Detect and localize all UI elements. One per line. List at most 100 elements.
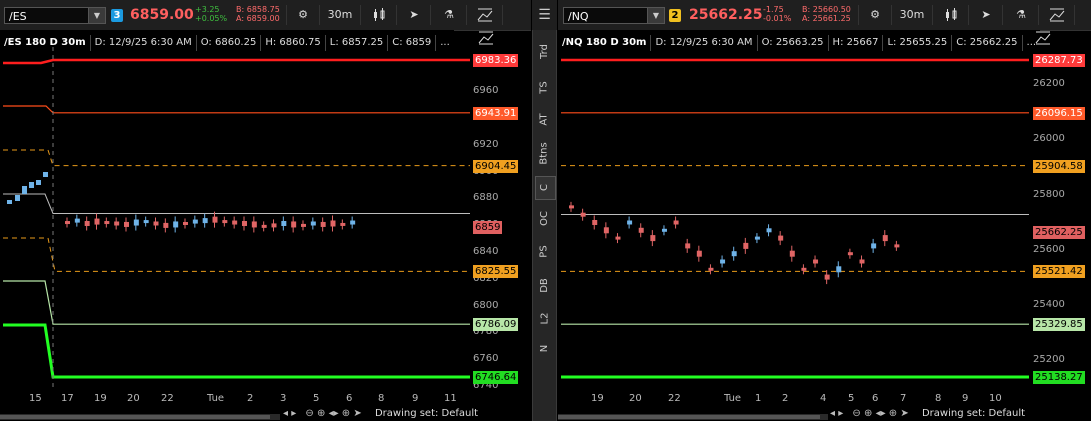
sidebar-item-ps[interactable]: PS <box>533 245 556 258</box>
sidebar-item-label: PS <box>538 245 550 258</box>
y-tick-label: 25200 <box>1033 353 1065 365</box>
price-level-label: 6943.91 <box>473 106 519 120</box>
chevron-down-icon[interactable]: ▼ <box>88 8 105 23</box>
y-tick-label: 26200 <box>1033 78 1065 90</box>
cursor-icon[interactable]: ➤ <box>900 408 908 419</box>
net-change-pct: +0.05% <box>195 14 228 23</box>
sidebar-item-label: Trd <box>538 44 550 59</box>
candle <box>183 221 188 225</box>
resistance-line-orange <box>3 105 470 114</box>
x-tick-label: 19 <box>94 393 107 404</box>
x-tick-label: Tue <box>207 393 225 404</box>
pan-icon[interactable]: ◂▸ <box>329 408 339 419</box>
x-tick-label: Tue <box>724 393 742 404</box>
settings-button[interactable]: ⚙ <box>286 5 320 25</box>
link-badge[interactable]: 2 <box>669 9 681 22</box>
bid-value: B: 6858.75 <box>236 5 280 14</box>
scroll-left-icon[interactable]: ◂ ▸ <box>283 408 296 419</box>
candle <box>615 236 621 240</box>
x-tick-label: 7 <box>900 393 907 404</box>
timeframe-button[interactable]: 30m <box>320 5 361 25</box>
drawing-set-label[interactable]: Drawing set: Default <box>375 408 478 419</box>
candle <box>281 220 287 226</box>
candle <box>847 252 853 256</box>
sidebar-item-trd[interactable]: Trd <box>533 44 556 59</box>
candle <box>696 250 702 257</box>
crosshair-icon[interactable]: ⊕ <box>889 408 897 419</box>
mean-line <box>3 193 470 214</box>
candle <box>153 221 159 226</box>
x-tick-label: 1 <box>755 393 762 404</box>
studies-button[interactable]: ⚗ <box>432 5 467 25</box>
candle <box>708 267 714 271</box>
style-button[interactable] <box>362 5 397 25</box>
cursor-button[interactable]: ➤ <box>970 5 1003 25</box>
expand-icon[interactable] <box>478 31 494 45</box>
price-plot[interactable] <box>3 47 470 391</box>
price-level-label: 6859 <box>473 220 503 234</box>
style-button[interactable] <box>934 5 969 25</box>
zoom-in-icon[interactable]: ⊕ <box>864 408 872 419</box>
candle <box>133 219 139 226</box>
sidebar-item-l2[interactable]: L2 <box>533 313 556 325</box>
sidebar-item-btns[interactable]: Btns <box>533 142 556 164</box>
candle <box>261 224 267 228</box>
expand-icon[interactable] <box>1035 31 1051 45</box>
drawing-icon <box>477 8 493 22</box>
studies-button[interactable]: ⚗ <box>1004 5 1039 25</box>
sidebar-item-label: Btns <box>539 142 550 165</box>
sidebar-item-ts[interactable]: TS <box>533 81 556 93</box>
candle <box>320 221 326 227</box>
zoom-out-icon[interactable]: ⊖ <box>305 408 313 419</box>
pan-icon[interactable]: ◂▸ <box>876 408 886 419</box>
candle <box>15 195 20 201</box>
sidebar-item-at[interactable]: AT <box>533 113 556 126</box>
link-badge[interactable]: 3 <box>111 9 123 22</box>
symbol-selector[interactable]: /ES ▼ <box>4 7 106 24</box>
timeframe-button[interactable]: 30m <box>892 5 933 25</box>
timeframe-label: 30m <box>899 8 925 21</box>
zoom-out-icon[interactable]: ⊖ <box>852 408 860 419</box>
price-plot[interactable] <box>561 47 1029 391</box>
menu-icon[interactable]: ☰ <box>532 0 557 30</box>
chart-toolbar: /ES ▼ 3 6859.00 +3.25 +0.05% B: 6858.75 … <box>0 0 531 31</box>
drawings-button[interactable] <box>468 5 503 25</box>
sidebar-item-c[interactable]: C <box>533 182 556 193</box>
zoom-in-icon[interactable]: ⊕ <box>317 408 325 419</box>
x-tick-label: 6 <box>346 393 353 404</box>
candle <box>330 220 336 227</box>
candle <box>36 180 41 185</box>
price-level-label: 25904.58 <box>1033 159 1085 173</box>
sidebar-item-n[interactable]: N <box>533 343 556 354</box>
candle <box>22 186 27 194</box>
horizontal-scrollbar[interactable] <box>0 414 280 420</box>
drawing-set-label[interactable]: Drawing set: Default <box>922 408 1025 419</box>
price-level-label: 25138.27 <box>1033 371 1085 384</box>
gear-icon: ⚙ <box>298 8 308 21</box>
crosshair-icon[interactable]: ⊕ <box>342 408 350 419</box>
candle <box>84 220 90 226</box>
ask-value: A: 6859.00 <box>236 14 280 23</box>
drawings-button[interactable] <box>1040 5 1075 25</box>
chevron-down-icon[interactable]: ▼ <box>647 8 664 23</box>
sidebar-item-label: N <box>538 344 550 353</box>
price-level-label: 6746.64 <box>473 371 519 384</box>
x-tick-label: 11 <box>444 393 457 404</box>
sidebar-item-oc[interactable]: OC <box>533 211 556 226</box>
settings-button[interactable]: ⚙ <box>858 5 892 25</box>
scroll-left-icon[interactable]: ◂ ▸ <box>830 408 843 419</box>
y-tick-label: 6920 <box>473 138 499 150</box>
bottom-controls: ◂ ▸ ⊖ ⊕ ◂▸ ⊕ ➤ Drawing set: Default <box>283 408 531 421</box>
sidebar-item-label: DB <box>539 278 550 293</box>
cursor-icon[interactable]: ➤ <box>353 408 361 419</box>
cursor-button[interactable]: ➤ <box>398 5 431 25</box>
sidebar-item-db[interactable]: DB <box>533 278 556 293</box>
net-change: +3.25 +0.05% <box>195 5 227 23</box>
horizontal-scrollbar[interactable] <box>558 414 828 420</box>
symbol-selector[interactable]: /NQ ▼ <box>563 7 665 24</box>
drawing-icon <box>1049 8 1065 22</box>
candle <box>766 228 772 233</box>
sidebar-item-label: AT <box>539 113 550 126</box>
candle <box>212 216 218 223</box>
candle <box>143 220 149 224</box>
